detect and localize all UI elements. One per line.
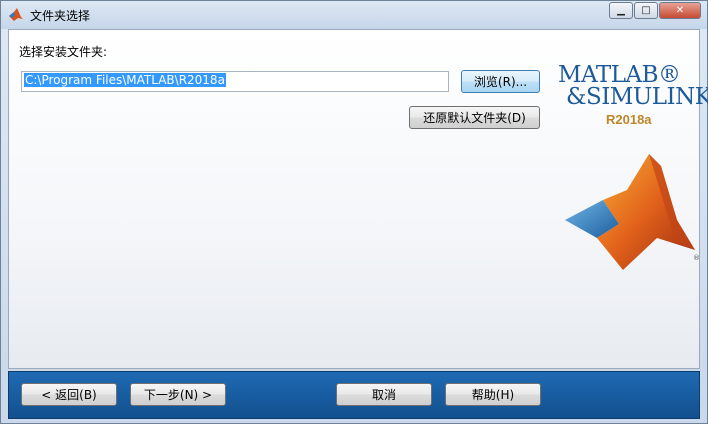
- svg-text:®: ®: [693, 254, 700, 262]
- matlab-app-icon: [9, 8, 23, 21]
- next-button[interactable]: 下一步(N) >: [130, 383, 226, 406]
- logo-version-text: R2018a: [606, 112, 652, 127]
- button-bar: < 返回(B) 下一步(N) > 取消 帮助(H): [8, 371, 700, 419]
- window-controls: ▁ □ ✕: [608, 2, 701, 19]
- window-title: 文件夹选择: [30, 9, 91, 23]
- cancel-button[interactable]: 取消: [336, 383, 432, 406]
- close-button[interactable]: ✕: [659, 2, 701, 19]
- content-panel: 选择安装文件夹: C:\Program Files\MATLAB\R2018a …: [8, 29, 708, 369]
- help-button[interactable]: 帮助(H): [445, 383, 541, 406]
- matlab-simulink-logo: MATLAB® &SIMULINK® R2018a: [558, 62, 708, 128]
- title-bar[interactable]: 文件夹选择 ▁ □ ✕: [1, 1, 707, 29]
- install-path-value: C:\Program Files\MATLAB\R2018a: [24, 73, 226, 87]
- logo-simulink-text: &SIMULINK®: [566, 84, 708, 110]
- folder-label: 选择安装文件夹:: [19, 45, 108, 59]
- matlab-membrane-icon: ®: [565, 154, 700, 270]
- install-path-input[interactable]: C:\Program Files\MATLAB\R2018a: [21, 71, 449, 92]
- logo-matlab-text: MATLAB®: [558, 62, 681, 88]
- maximize-button[interactable]: □: [634, 2, 658, 19]
- minimize-button[interactable]: ▁: [609, 2, 633, 19]
- folder-select-dialog: 文件夹选择 ▁ □ ✕ 选择安装文件夹: C:\Program Files\MA…: [0, 0, 708, 424]
- back-button[interactable]: < 返回(B): [21, 383, 117, 406]
- browse-button[interactable]: 浏览(R)...: [461, 70, 540, 93]
- restore-default-folder-button[interactable]: 还原默认文件夹(D): [409, 106, 540, 129]
